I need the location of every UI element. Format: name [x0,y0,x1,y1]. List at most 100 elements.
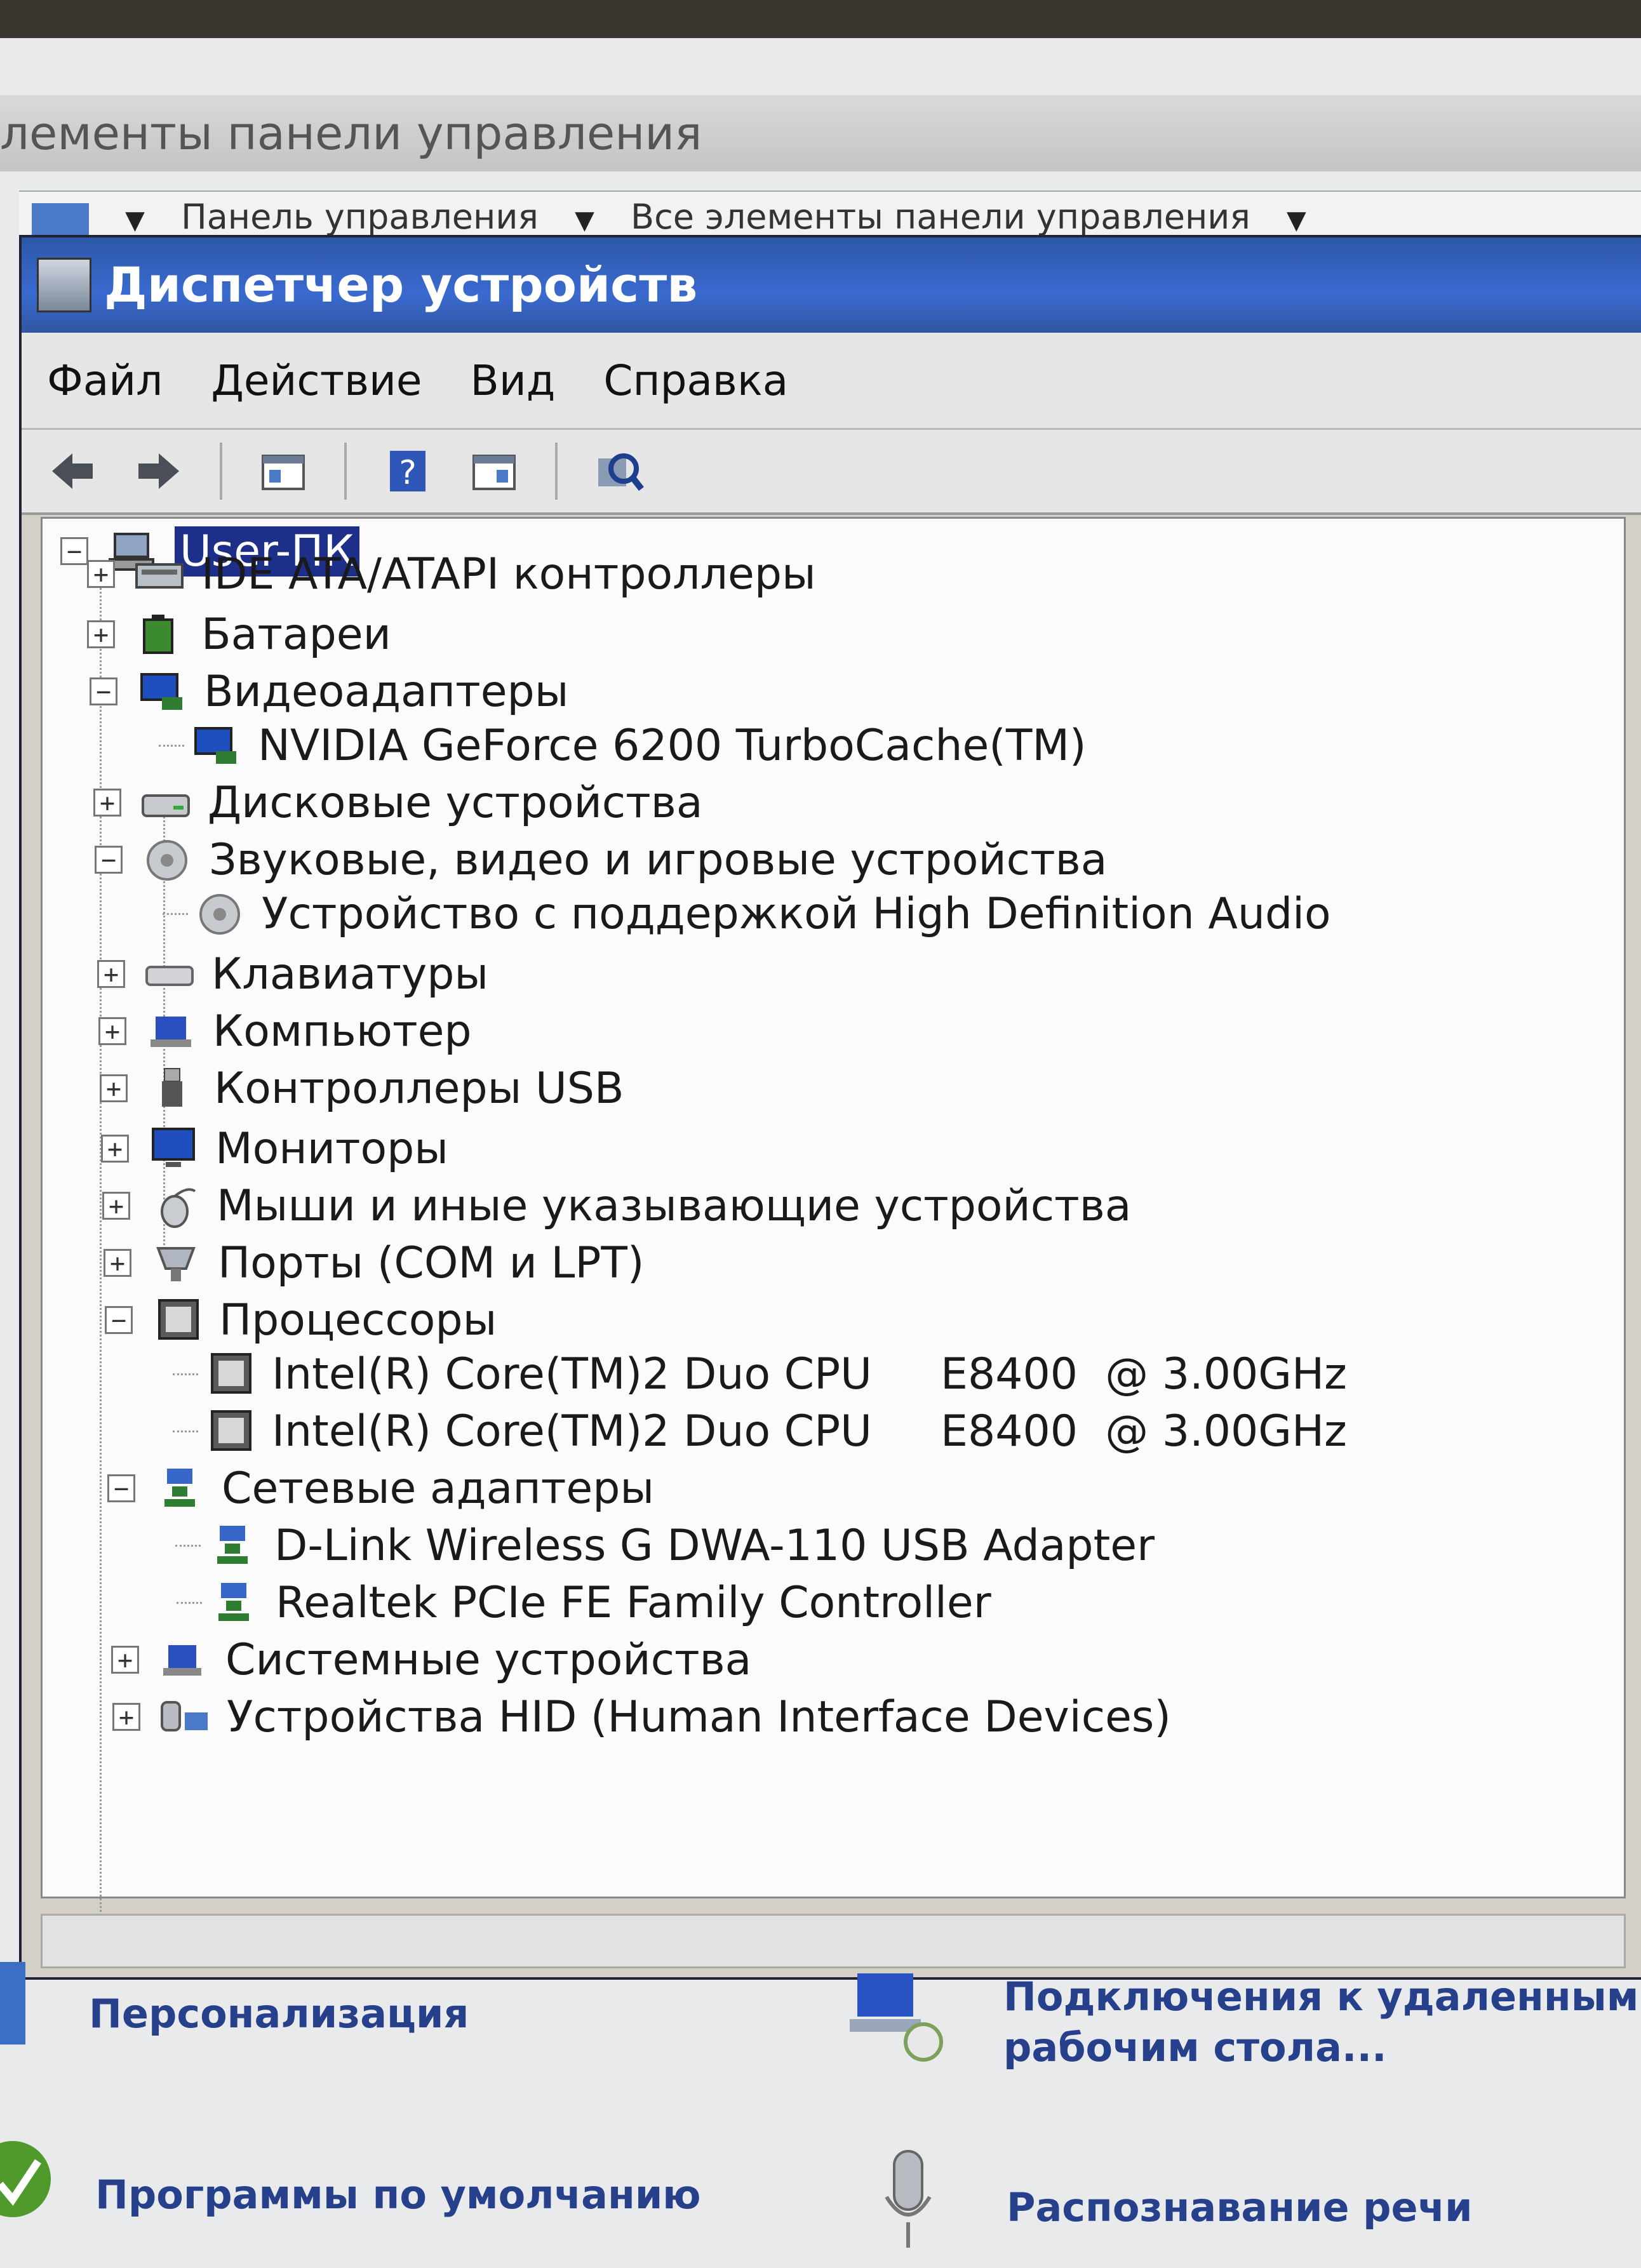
control-panel-title: лементы панели управления [0,95,1641,171]
tree-item-label: IDE ATA/ATAPI контроллеры [201,549,816,599]
tree-connector [173,1373,198,1375]
tree-item-label: Системные устройства [225,1634,752,1685]
expand-toggle[interactable]: + [97,960,125,988]
tree-category-item[interactable]: + Дисковые устройства [93,773,703,832]
toolbar-separator [344,443,347,500]
battery-icon [134,612,185,657]
expand-toggle[interactable]: + [112,1703,140,1731]
expand-toggle[interactable]: + [93,789,121,817]
tree-device-item[interactable]: Realtek PCIe FE Family Controller [177,1573,991,1632]
port-icon [151,1241,201,1285]
tree-connector [173,1430,198,1432]
tree-connector [177,1601,202,1604]
menu-bar: Файл Действие Вид Справка [22,333,1641,430]
tree-item-label: Компьютер [213,1006,472,1057]
tree-item-label: Контроллеры USB [214,1063,624,1114]
expand-toggle[interactable]: + [101,1135,129,1163]
tree-item-label: Видеоадаптеры [204,666,569,717]
tree-category-item[interactable]: + IDE ATA/ATAPI контроллеры [87,544,816,604]
system-devices-icon [158,1638,209,1682]
device-tree[interactable]: − User-ПК + IDE ATA/ATAPI контроллеры + Бат… [41,517,1626,1935]
remote-connections-link[interactable]: Подключения к удаленным рабочим стола... [1003,1971,1638,2073]
expand-toggle[interactable]: + [98,1017,126,1045]
tree-category-item[interactable]: − Сетевые адаптеры [107,1458,654,1518]
tree-category-item[interactable]: + Устройства HID (Human Interface Devices… [112,1687,1171,1747]
collapse-toggle[interactable]: − [107,1474,135,1502]
tree-category-item[interactable]: − Звуковые, видео и игровые устройства [95,830,1107,890]
title-bar[interactable]: Диспетчер устройств [22,237,1641,333]
tree-device-item[interactable]: Intel(R) Core(TM)2 Duo CPU E8400 @ 3.00G… [173,1401,1347,1461]
network-adapter-icon [154,1466,205,1511]
tree-item-label: Клавиатуры [211,949,489,999]
personalization-link[interactable]: Персонализация [89,1991,469,2037]
tree-item-label: Процессоры [219,1295,497,1345]
network-adapter-icon [208,1580,259,1625]
tree-category-item[interactable]: + Клавиатуры [97,944,488,1004]
expand-toggle[interactable]: + [111,1646,139,1674]
tree-device-item[interactable]: Intel(R) Core(TM)2 Duo CPU E8400 @ 3.00G… [173,1344,1347,1404]
toolbar-separator [555,443,558,500]
chevron-down-icon[interactable]: ▼ [575,206,594,235]
tree-category-item[interactable]: − Видеоадаптеры [90,662,568,721]
tree-item-label: Intel(R) Core(TM)2 Duo CPU E8400 @ 3.00G… [272,1406,1347,1457]
chevron-down-icon[interactable]: ▼ [1287,206,1306,235]
tree-category-item[interactable]: + Контроллеры USB [100,1058,624,1118]
tree-item-label: Мониторы [215,1123,448,1174]
collapse-toggle[interactable]: − [60,537,88,565]
tree-item-label: Устройства HID (Human Interface Devices) [227,1691,1171,1742]
tree-category-item[interactable]: − Процессоры [105,1290,497,1350]
expand-toggle[interactable]: + [100,1074,128,1102]
tree-category-item[interactable]: + Мониторы [101,1119,448,1178]
expand-toggle[interactable]: + [87,620,115,648]
menu-help[interactable]: Справка [603,356,788,405]
tree-category-item[interactable]: + Компьютер [98,1001,472,1061]
device-manager-icon [37,258,91,312]
remote-desktop-icon[interactable] [845,1968,946,2064]
breadcrumb-control-panel[interactable]: Панель управления [181,197,539,237]
tree-category-item[interactable]: + Системные устройства [111,1630,751,1690]
default-programs-link[interactable]: Программы по умолчанию [95,2171,701,2218]
keyboard-icon [144,952,195,996]
status-bar [41,1914,1626,1968]
tree-device-item[interactable]: Устройство с поддержкой High Definition … [163,884,1331,944]
monitor-icon [148,1126,199,1171]
tree-item-label: Устройство с поддержкой High Definition … [262,888,1331,939]
tree-category-item[interactable]: + Порты (COM и LPT) [104,1233,644,1293]
default-programs-icon[interactable] [0,2133,57,2229]
tree-item-label: Дисковые устройства [208,777,703,828]
tree-device-item[interactable]: NVIDIA GeForce 6200 TurboCache(TM) [159,716,1087,775]
forward-arrow-icon[interactable] [133,446,184,497]
expand-toggle[interactable]: + [104,1249,131,1277]
hid-icon [159,1695,210,1739]
tree-category-item[interactable]: + Батареи [87,604,391,664]
microphone-icon[interactable] [876,2146,940,2260]
menu-view[interactable]: Вид [471,356,556,405]
expand-toggle[interactable]: + [102,1192,130,1220]
mouse-icon [149,1184,200,1228]
collapse-toggle[interactable]: − [90,677,117,705]
chevron-down-icon[interactable]: ▼ [125,206,145,235]
display-adapter-icon [191,723,241,768]
menu-action[interactable]: Действие [211,356,422,405]
menu-file[interactable]: Файл [47,356,163,405]
help-icon[interactable]: ? [382,446,433,497]
tree-device-item[interactable]: D-Link Wireless G DWA-110 USB Adapter [175,1516,1155,1575]
back-arrow-icon[interactable] [47,446,98,497]
display-adapter-icon [137,669,187,714]
personalization-icon[interactable] [0,1962,25,2045]
collapse-toggle[interactable]: − [105,1306,133,1334]
expand-toggle[interactable]: + [87,560,115,588]
tree-connector [159,744,184,747]
collapse-toggle[interactable]: − [95,846,123,874]
computer-icon [145,1009,196,1053]
processor-icon [204,1409,255,1453]
tree-item-label: Intel(R) Core(TM)2 Duo CPU E8400 @ 3.00G… [272,1349,1347,1399]
speech-recognition-link[interactable]: Распознавание речи [1007,2184,1473,2231]
view-icon[interactable] [469,446,519,497]
tree-category-item[interactable]: + Мыши и иные указывающие устройства [102,1176,1131,1236]
sound-icon [142,837,192,882]
scan-hardware-icon[interactable] [593,446,644,497]
breadcrumb-all-items[interactable]: Все элементы панели управления [631,197,1250,237]
remote-connections-line2: рабочим стола... [1003,2024,1387,2071]
properties-icon[interactable] [258,446,309,497]
